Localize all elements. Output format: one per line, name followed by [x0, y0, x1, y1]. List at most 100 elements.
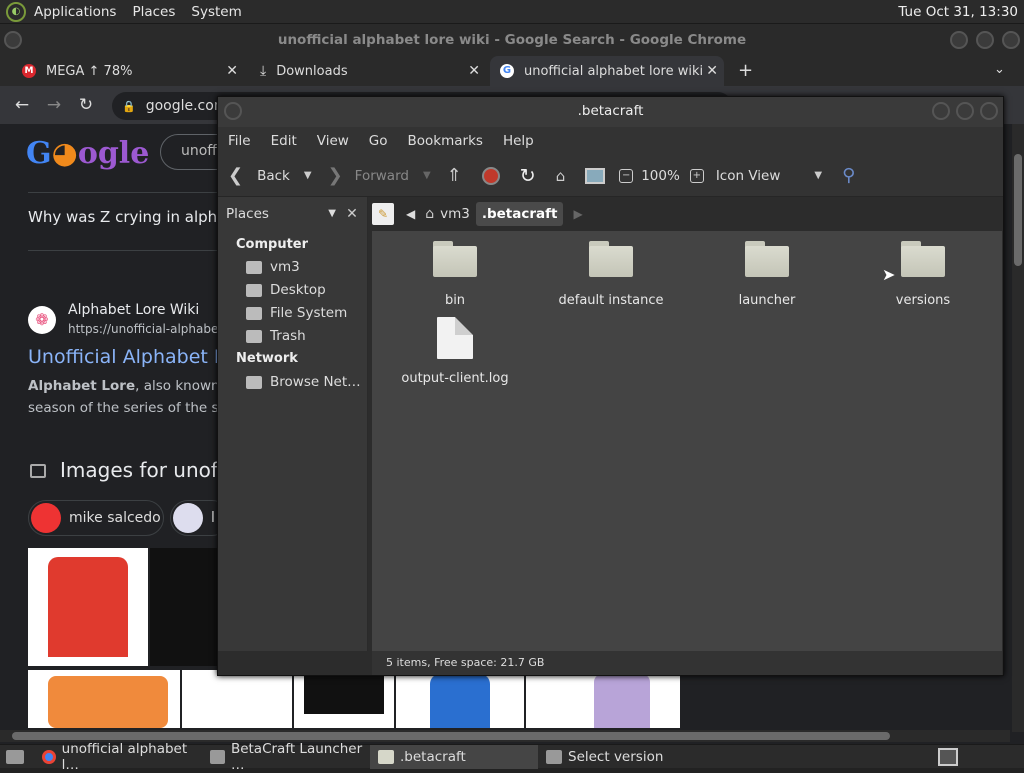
- task-betacraft-folder[interactable]: .betacraft: [370, 745, 538, 769]
- breadcrumb-current[interactable]: .betacraft: [475, 202, 564, 226]
- divider: [28, 192, 218, 193]
- task-label: BetaCraft Launcher …: [230, 741, 363, 773]
- images-heading[interactable]: Images for unof: [60, 458, 218, 482]
- menu-edit[interactable]: Edit: [261, 133, 307, 149]
- tab-search-chevron-icon[interactable]: ⌄: [994, 62, 1005, 77]
- folder-item-bin[interactable]: bin: [390, 241, 520, 308]
- sidebar-item-label: File System: [270, 305, 348, 321]
- sidebar-item-browse-network[interactable]: Browse Net…: [246, 374, 361, 390]
- forward-history-dropdown-icon[interactable]: ▼: [423, 170, 431, 181]
- home-icon[interactable]: ⌂: [556, 167, 566, 185]
- up-arrow-icon[interactable]: ⇑: [447, 165, 462, 186]
- related-question[interactable]: Why was Z crying in alphab: [28, 208, 236, 226]
- distro-logo-icon[interactable]: ◐: [6, 1, 26, 22]
- new-tab-icon[interactable]: +: [738, 60, 753, 81]
- back-arrow-icon[interactable]: ←: [6, 95, 38, 115]
- stop-icon[interactable]: [481, 166, 500, 185]
- view-mode-chevron-down-icon[interactable]: ▼: [814, 170, 822, 181]
- fm-minimize-button[interactable]: [932, 102, 950, 120]
- folder-item-default-instance[interactable]: default instance: [546, 241, 676, 308]
- tab-google-search[interactable]: G unofficial alphabet lore wiki - G ✕: [490, 56, 724, 86]
- clock[interactable]: Tue Oct 31, 13:30: [898, 4, 1018, 20]
- reload-icon[interactable]: ↻: [520, 165, 536, 187]
- search-icon[interactable]: ⚲: [842, 165, 855, 186]
- tab-close-icon[interactable]: ✕: [226, 63, 238, 79]
- task-betacraft-launcher[interactable]: BetaCraft Launcher …: [202, 741, 370, 773]
- item-label: launcher: [738, 293, 796, 308]
- reload-icon[interactable]: ↻: [70, 95, 102, 115]
- fm-window-title: .betacraft: [577, 103, 644, 119]
- letter-a-character-icon: [48, 557, 128, 657]
- menu-applications[interactable]: Applications: [26, 4, 124, 20]
- scrollbar-thumb[interactable]: [1014, 154, 1022, 266]
- minimize-button[interactable]: [950, 31, 968, 49]
- zoom-in-icon[interactable]: +: [689, 168, 704, 183]
- folder-icon: [901, 241, 945, 277]
- sidebar-item-file-system[interactable]: File System: [246, 305, 347, 321]
- image-thumbnail[interactable]: [150, 548, 220, 666]
- folder-item-launcher[interactable]: launcher: [702, 241, 832, 308]
- fm-close-button[interactable]: [980, 102, 998, 120]
- tab-close-icon[interactable]: ✕: [468, 63, 480, 79]
- menu-bookmarks[interactable]: Bookmarks: [398, 133, 493, 149]
- image-thumbnail[interactable]: [28, 548, 148, 666]
- task-select-version[interactable]: Select version: [538, 745, 706, 769]
- path-left-arrow-icon[interactable]: ◀: [406, 207, 415, 221]
- menu-places[interactable]: Places: [124, 4, 183, 20]
- tab-downloads[interactable]: ⤓ Downloads ✕: [250, 56, 486, 86]
- fm-window-menu-button[interactable]: [224, 102, 242, 120]
- image-thumbnail[interactable]: [396, 670, 524, 728]
- sidebar-item-desktop[interactable]: Desktop: [246, 282, 326, 298]
- computer-icon[interactable]: [585, 167, 606, 184]
- taskbar: unofficial alphabet l… BetaCraft Launche…: [0, 741, 1024, 773]
- zoom-level: 100%: [641, 167, 680, 184]
- image-thumbnail[interactable]: [28, 670, 180, 728]
- back-history-dropdown-icon[interactable]: ▼: [304, 170, 312, 181]
- menu-help[interactable]: Help: [493, 133, 544, 149]
- scrollbar-thumb[interactable]: [12, 732, 890, 740]
- fm-title-bar[interactable]: .betacraft: [218, 97, 1003, 127]
- tab-mega[interactable]: M MEGA ↑ 78% ✕: [10, 56, 244, 86]
- close-window-button[interactable]: [1002, 31, 1020, 49]
- view-mode-select[interactable]: Icon View: [716, 168, 781, 184]
- places-selector-label: Places: [226, 206, 269, 222]
- image-chip[interactable]: mike salcedo: [28, 500, 164, 536]
- google-doodle-logo[interactable]: G◕ogle: [26, 136, 149, 171]
- maximize-button[interactable]: [976, 31, 994, 49]
- image-thumbnail[interactable]: [294, 670, 394, 728]
- file-item-output-client-log[interactable]: output-client.log: [390, 317, 520, 386]
- workspace-switcher-icon[interactable]: [938, 748, 958, 766]
- chrome-title-bar[interactable]: unofficial alphabet lore wiki - Google S…: [0, 24, 1024, 56]
- folder-item-versions[interactable]: versions: [858, 241, 988, 308]
- show-desktop-button[interactable]: [0, 745, 34, 769]
- sidebar-close-icon[interactable]: ✕: [342, 203, 362, 225]
- back-arrow-icon[interactable]: ❮: [228, 165, 243, 186]
- menu-file[interactable]: File: [218, 133, 261, 149]
- menu-go[interactable]: Go: [359, 133, 398, 149]
- menu-system[interactable]: System: [183, 4, 249, 20]
- sidebar-item-vm3[interactable]: vm3: [246, 259, 300, 275]
- chrome-window-title: unofficial alphabet lore wiki - Google S…: [277, 32, 747, 48]
- task-label: .betacraft: [400, 749, 466, 765]
- path-right-arrow-icon[interactable]: ▶: [573, 207, 582, 221]
- forward-button[interactable]: Forward: [355, 168, 409, 184]
- image-thumbnail[interactable]: [182, 670, 292, 728]
- window-menu-button[interactable]: [4, 31, 22, 49]
- menu-view[interactable]: View: [307, 133, 359, 149]
- chrome-icon: [42, 750, 56, 764]
- breadcrumb-vm3[interactable]: vm3: [434, 202, 476, 226]
- zoom-out-icon[interactable]: −: [619, 168, 634, 183]
- sidebar-item-trash[interactable]: Trash: [246, 328, 306, 344]
- forward-arrow-icon[interactable]: →: [38, 95, 70, 115]
- image-thumbnail[interactable]: [526, 670, 680, 728]
- back-button[interactable]: Back: [257, 168, 290, 184]
- result-title-link[interactable]: Unofficial Alphabet Lo: [28, 346, 236, 368]
- task-chrome[interactable]: unofficial alphabet l…: [34, 741, 202, 773]
- places-selector[interactable]: Places ▼: [224, 203, 340, 225]
- page-scrollbar[interactable]: [1012, 124, 1024, 732]
- tab-strip: M MEGA ↑ 78% ✕ ⤓ Downloads ✕ G unofficia…: [0, 56, 1024, 86]
- forward-arrow-icon[interactable]: ❯: [328, 165, 343, 186]
- fm-maximize-button[interactable]: [956, 102, 974, 120]
- tab-close-icon[interactable]: ✕: [706, 63, 718, 79]
- edit-location-icon[interactable]: ✎: [372, 203, 394, 225]
